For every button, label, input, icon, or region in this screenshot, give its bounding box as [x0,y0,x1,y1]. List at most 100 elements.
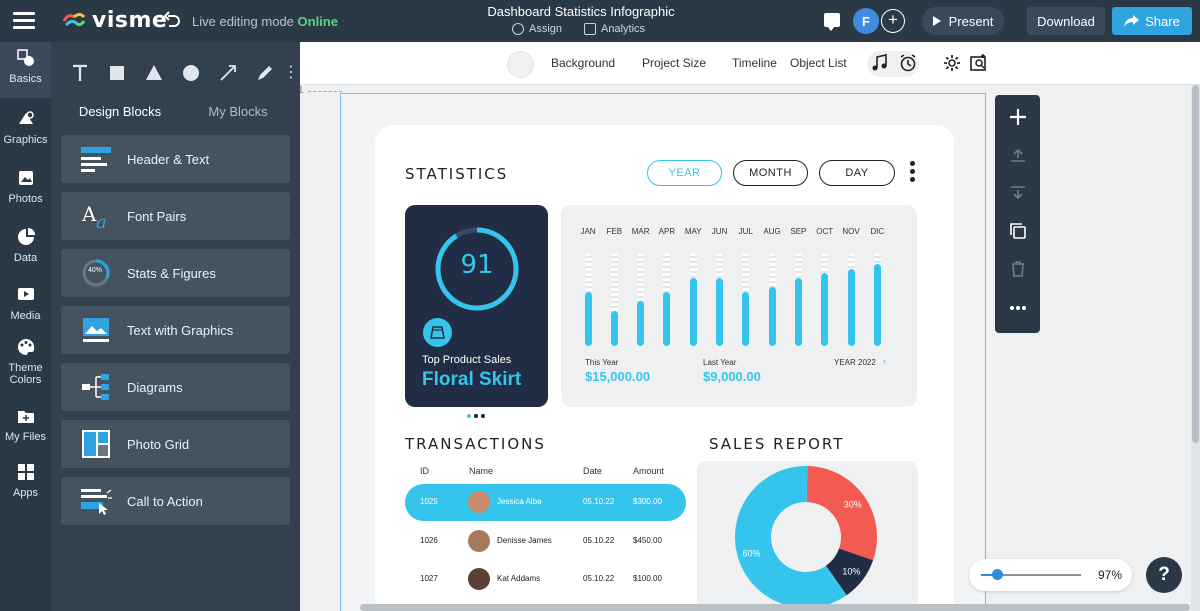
bar[interactable] [821,273,829,346]
search-frame-icon[interactable] [969,53,989,73]
avatar[interactable]: F [853,8,879,34]
add-page-button[interactable] [995,102,1040,132]
sales-report-card[interactable]: 30% 10% 60% [697,461,918,611]
bar[interactable] [794,278,802,346]
bar[interactable] [610,310,618,346]
row-date: 05.10.22 [583,497,615,506]
tab-design-blocks[interactable]: Design Blocks [61,96,179,126]
monthly-bar-chart[interactable]: JAN FEB MAR APR MAY JUN JUL AUG SEP OCT NOV DIC Thi… [561,205,917,407]
dashboard-card[interactable]: STATISTICS YEAR MONTH DAY 91 Top Product… [375,125,954,611]
bar[interactable] [689,278,697,346]
block-photo-grid[interactable]: Photo Grid [61,420,290,468]
rail-item-photos[interactable]: Photos [0,169,51,205]
more-options-icon[interactable] [910,161,916,185]
bar[interactable] [637,301,645,346]
bar[interactable] [847,268,855,346]
bar[interactable] [742,292,750,346]
rail-item-theme-colors[interactable]: Theme Colors [0,338,51,386]
object-list-button[interactable]: Object List [790,56,847,70]
download-button[interactable]: Download [1027,7,1105,35]
assign-link[interactable]: Assign [512,23,562,35]
period-year[interactable]: YEAR [647,160,722,186]
period-day[interactable]: DAY [819,160,895,186]
gear-icon[interactable] [942,53,962,73]
background-button[interactable]: Background [551,56,615,70]
bar[interactable] [584,292,592,346]
rail-item-my-files[interactable]: My Files [0,407,51,443]
font-pairs-icon: Aa [81,202,107,231]
pen-tool[interactable] [246,52,283,94]
move-down-button[interactable] [995,178,1040,208]
chevron-left-icon[interactable]: ‹ [883,356,886,367]
block-header-text[interactable]: Header & Text [61,135,290,183]
table-row[interactable]: 1026 Denisse James 05.10.22 $450.00 [405,523,686,560]
circle-tool[interactable] [172,52,209,94]
analytics-label: Analytics [601,23,646,35]
alarm-clock-icon[interactable] [898,53,918,73]
delete-page-button[interactable] [995,254,1040,284]
vertical-scrollbar[interactable] [1191,85,1200,611]
block-call-to-action[interactable]: Call to Action [61,477,290,525]
block-text-graphics[interactable]: Text with Graphics [61,306,290,354]
donut-slice[interactable] [806,466,877,561]
table-row[interactable]: 1025 Jessica Alba 05.10.22 $300.00 [405,484,686,521]
add-collaborator-button[interactable]: + [881,9,905,33]
blocks-list: Header & Text Aa Font Pairs 40% Stats & … [61,135,290,534]
logo[interactable]: visme [62,8,167,33]
music-icon[interactable] [870,53,890,73]
carousel-dots[interactable] [467,414,485,418]
block-font-pairs[interactable]: Aa Font Pairs [61,192,290,240]
row-amount: $100.00 [633,574,662,583]
triangle-tool[interactable] [135,52,172,94]
bar[interactable] [716,278,723,346]
more-page-options-button[interactable] [995,293,1040,323]
basic-tools: ⋮ [61,52,299,94]
page-number: 1 [300,85,304,96]
rectangle-tool[interactable] [98,52,135,94]
move-up-button[interactable] [995,140,1040,170]
bar[interactable] [663,292,671,346]
tab-my-blocks[interactable]: My Blocks [179,96,297,126]
undo-icon[interactable] [163,11,181,29]
month-label: MAR [631,227,650,236]
document-title[interactable]: Dashboard Statistics Infographic [470,4,692,19]
media-icon [17,288,34,300]
present-button[interactable]: Present [922,7,1004,35]
month-label: JUN [711,227,728,236]
rail-item-apps[interactable]: Apps [0,463,51,499]
help-button[interactable]: ? [1146,557,1182,593]
block-stats-figures[interactable]: 40% Stats & Figures [61,249,290,297]
share-button[interactable]: Share [1112,7,1192,35]
statistics-title[interactable]: STATISTICS [405,165,508,183]
rail-label: Media [10,310,41,322]
ring-value: 91 [460,250,494,280]
block-diagrams[interactable]: Diagrams [61,363,290,411]
bar[interactable] [873,264,881,346]
analytics-link[interactable]: Analytics [584,23,645,35]
block-label: Font Pairs [127,208,187,224]
block-label: Text with Graphics [127,322,234,338]
menu-icon[interactable] [13,12,35,29]
top-product-card[interactable]: 91 Top Product Sales Floral Skirt [405,205,548,407]
bar[interactable] [768,287,776,346]
scrollbar-thumb[interactable] [1192,85,1199,443]
rail-item-data[interactable]: Data [0,228,51,264]
rail-item-media[interactable]: Media [0,286,51,322]
background-color-swatch[interactable] [507,51,534,78]
table-row[interactable]: 1027 Kat Addams 05.10.22 $100.00 [405,561,686,598]
rail-item-graphics[interactable]: Graphics [0,110,51,146]
period-month[interactable]: MONTH [733,160,808,186]
rail-item-basics[interactable]: Basics [0,42,51,98]
project-size-button[interactable]: Project Size [642,56,706,70]
row-name: Kat Addams [497,574,541,583]
text-tool[interactable] [61,52,98,94]
horizontal-scrollbar[interactable] [360,604,1190,611]
diagram-icon [82,374,109,400]
more-tools-icon[interactable]: ⋮ [283,65,299,81]
zoom-slider-handle[interactable] [991,569,1003,580]
rail-label: Basics [9,73,42,85]
duplicate-page-button[interactable] [995,216,1040,246]
timeline-button[interactable]: Timeline [732,56,777,70]
line-tool[interactable] [209,52,246,94]
comments-icon[interactable] [824,13,840,31]
